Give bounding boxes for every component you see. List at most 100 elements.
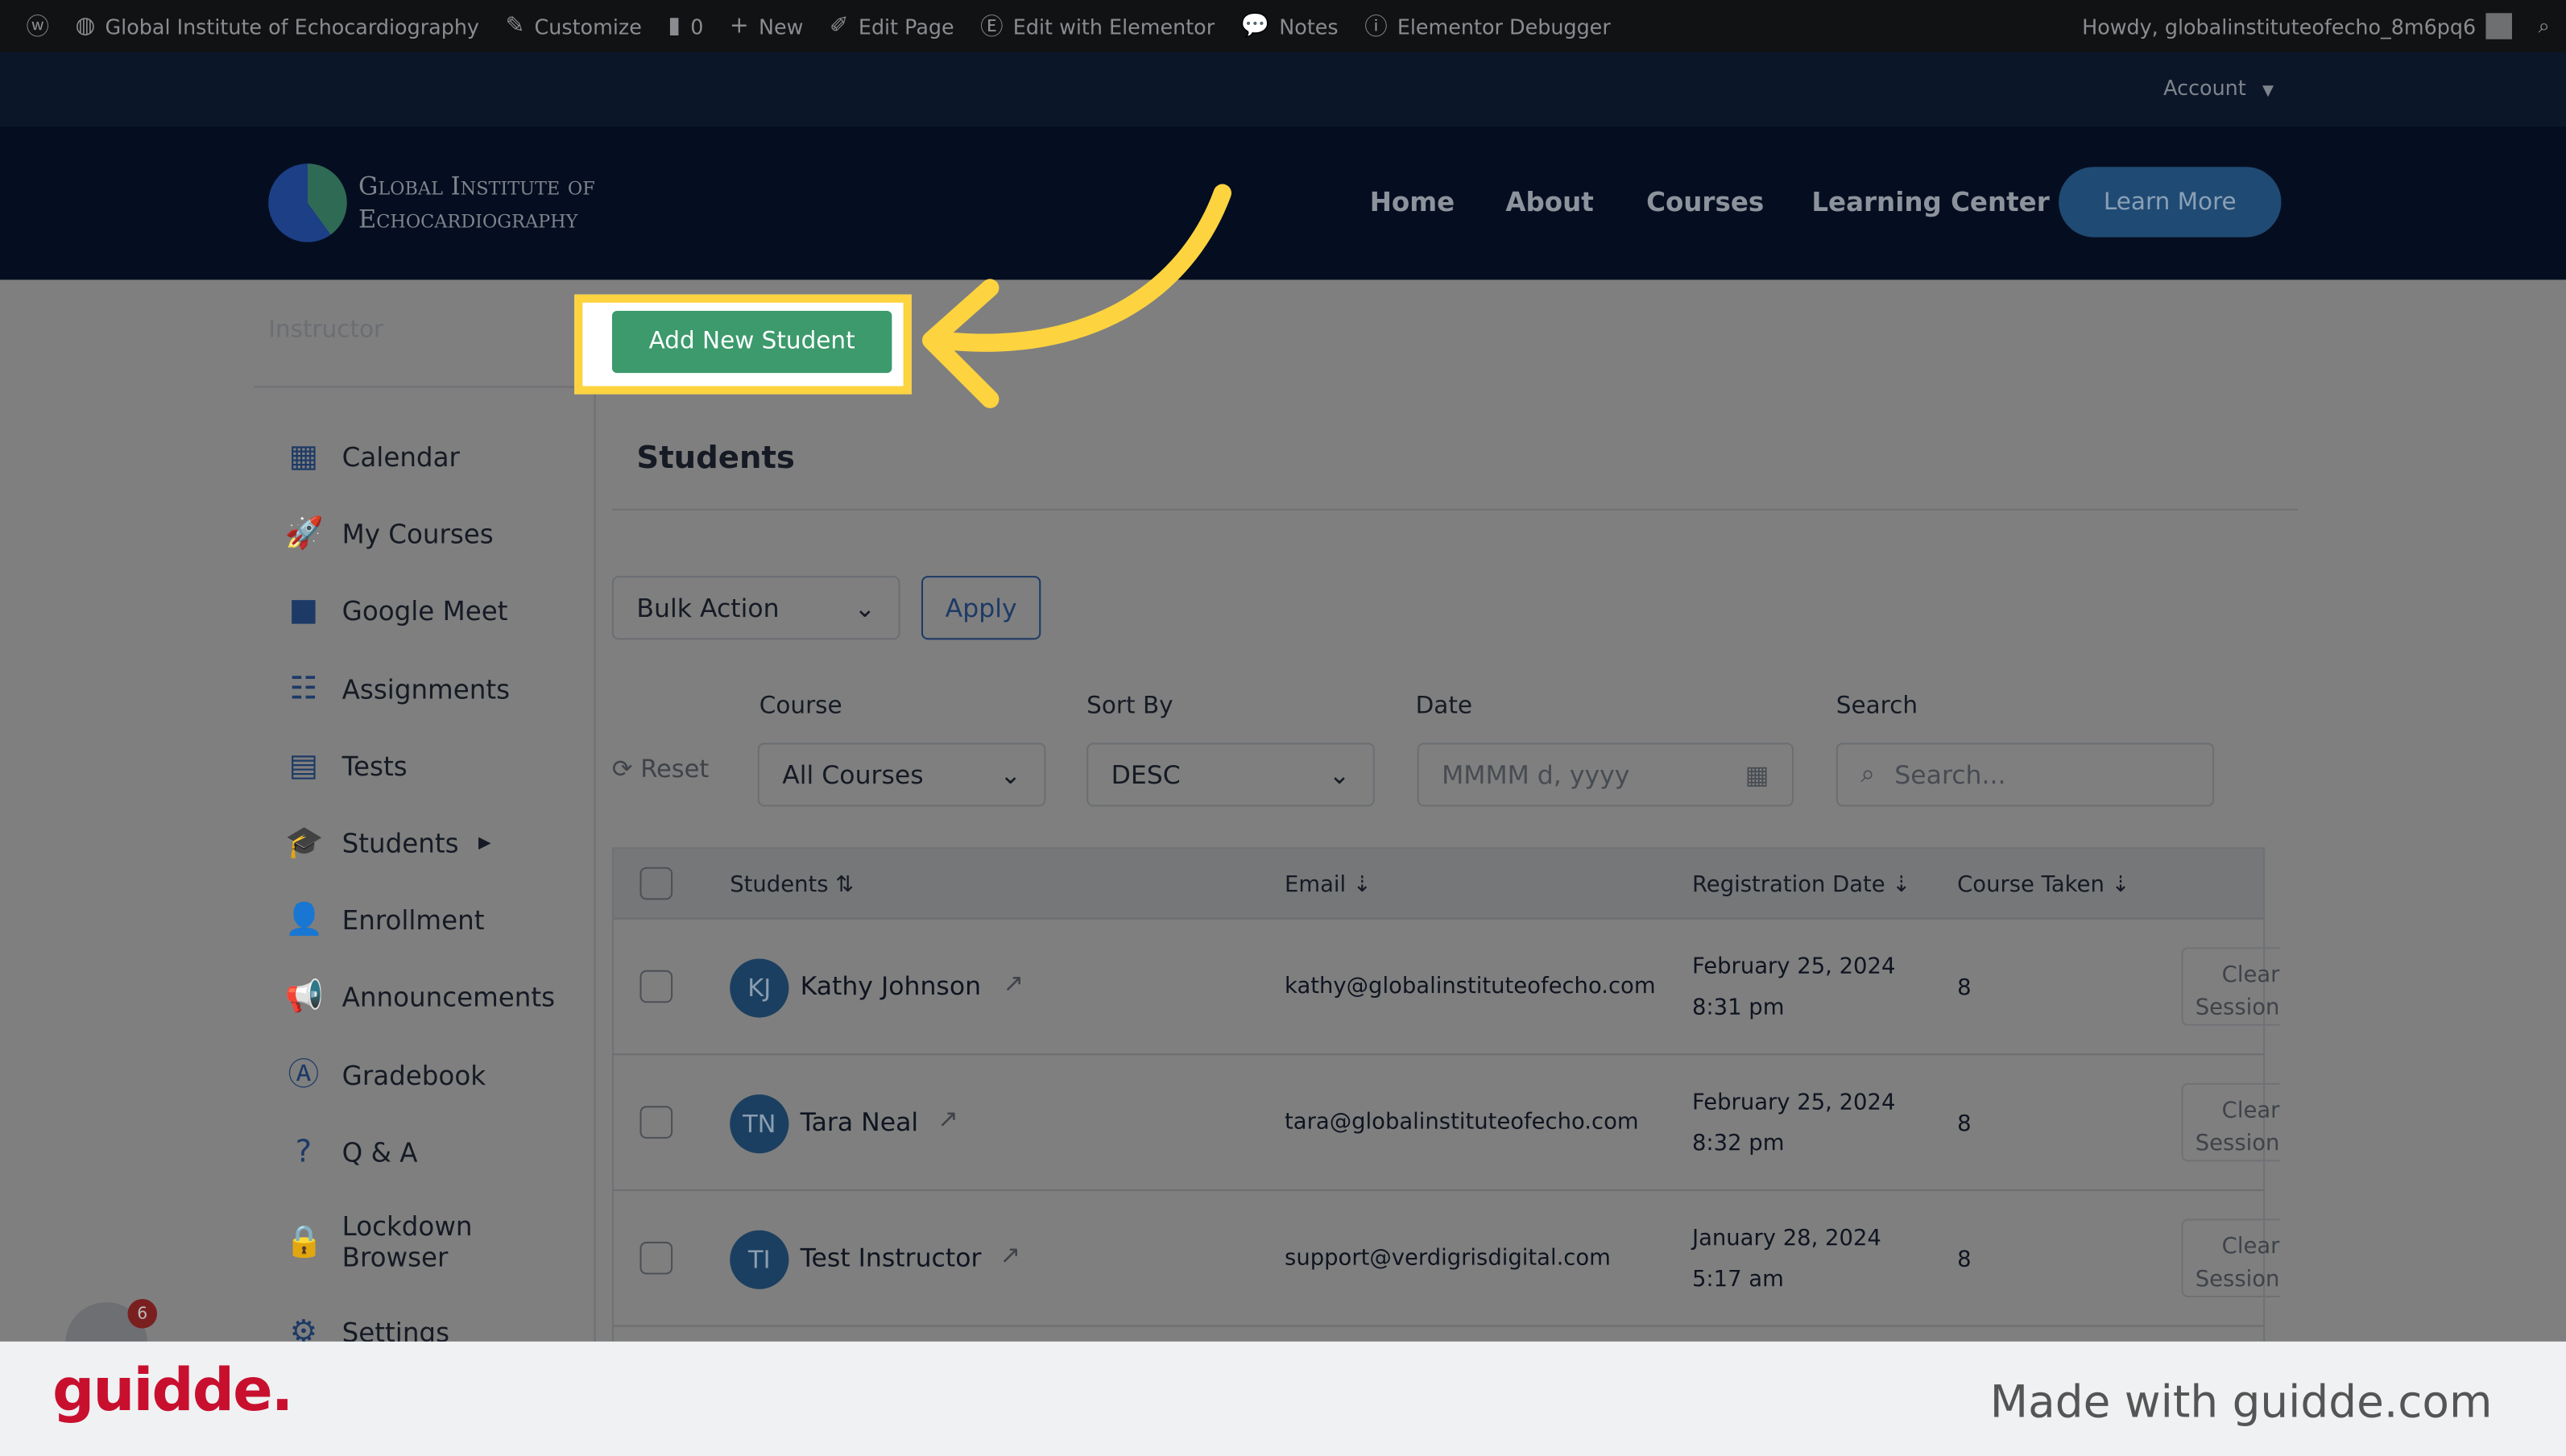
external-link-icon[interactable]: ↗: [999, 1240, 1020, 1270]
course-count: 8: [1957, 974, 1972, 1002]
date-label: Date: [1415, 693, 1473, 720]
video-icon: ■: [288, 593, 319, 629]
account-menu[interactable]: Account ▼: [2163, 75, 2274, 99]
sort-icon: ⇣: [1352, 871, 1372, 899]
apply-button[interactable]: Apply: [921, 576, 1041, 640]
avatar: TN: [730, 1094, 789, 1154]
select-all-checkbox[interactable]: [639, 867, 673, 900]
quiz-icon: ▤: [288, 747, 319, 784]
sort-students-header[interactable]: Students ⇅: [730, 872, 854, 899]
divider: [611, 508, 2298, 511]
guidde-footer: guidde. Made with guidde.com: [0, 1341, 2566, 1456]
sidebar-item-q-a[interactable]: ? Q & A: [285, 1133, 418, 1171]
divider: [594, 386, 596, 1342]
registration-time: 8:32 pm: [1691, 1130, 1785, 1157]
nav-home[interactable]: Home: [1370, 187, 1455, 218]
course-label: Course: [759, 693, 842, 720]
comment-icon: ▮: [668, 13, 681, 39]
search-input[interactable]: ⌕ Search...: [1836, 742, 2215, 807]
sidebar-item-announcements[interactable]: 📢 Announcements: [285, 979, 556, 1017]
registration-date: January 28, 2024: [1691, 1225, 1881, 1252]
sort-date-header[interactable]: Registration Date ⇣: [1692, 872, 1910, 899]
admin-comments-link[interactable]: ▮ 0: [668, 13, 703, 39]
table-row: TI Test Instructor ↗ support@verdigrisdi…: [613, 1191, 2280, 1327]
rocket-icon: 🚀: [284, 515, 324, 552]
sort-icon: ⇣: [1892, 871, 1911, 899]
megaphone-icon: 📢: [284, 978, 324, 1015]
nav-courses[interactable]: Courses: [1646, 187, 1764, 218]
search-icon[interactable]: ⌕: [2538, 13, 2549, 39]
admin-notes-link[interactable]: 💬 Notes: [1241, 13, 1339, 39]
admin-debugger-link[interactable]: ⓘ Elementor Debugger: [1364, 10, 1611, 43]
row-checkbox[interactable]: [639, 970, 673, 1003]
sidebar-item-calendar[interactable]: ▦ Calendar: [285, 438, 460, 476]
sidebar-role-label: Instructor: [268, 317, 384, 344]
nav-about[interactable]: About: [1505, 187, 1593, 218]
lock-icon: 🔒: [284, 1222, 324, 1260]
admin-elementor-link[interactable]: Ⓔ Edit with Elementor: [980, 10, 1215, 43]
sort-courses-header[interactable]: Course Taken ⇣: [1957, 872, 2129, 899]
date-input[interactable]: MMMM d, yyyy ▦: [1417, 742, 1794, 807]
sidebar-item-tests[interactable]: ▤ Tests: [285, 747, 408, 785]
table-header: Students ⇅ Email ⇣ Registration Date ⇣ C…: [613, 849, 2264, 920]
admin-howdy-link[interactable]: Howdy, globalinstituteofecho_8m6pq6: [2082, 13, 2512, 39]
clear-session-button[interactable]: Clear Session: [2181, 947, 2280, 1026]
chevron-down-icon: ⌄: [999, 759, 1021, 790]
course-select[interactable]: All Courses ⌄: [757, 742, 1046, 807]
logo-icon[interactable]: [268, 163, 347, 242]
info-icon: ⓘ: [1364, 14, 1388, 41]
site-logo-text[interactable]: Global Institute of Echocardiography: [358, 170, 595, 235]
reset-icon: ⟳: [611, 754, 633, 784]
sort-email-header[interactable]: Email ⇣: [1285, 872, 1372, 899]
course-count: 8: [1957, 1247, 1972, 1273]
arrow-annotation-icon: [921, 184, 1232, 408]
avatar: TI: [730, 1230, 789, 1289]
calendar-icon: ▦: [1744, 759, 1769, 790]
student-name-link[interactable]: Kathy Johnson: [801, 972, 981, 1002]
admin-edit-page-link[interactable]: ✐ Edit Page: [830, 13, 954, 39]
learn-more-button[interactable]: Learn More: [2059, 167, 2282, 238]
add-new-student-button[interactable]: Add New Student: [611, 310, 892, 374]
account-bar: Account ▼: [0, 52, 2566, 126]
question-icon: ?: [295, 1133, 312, 1170]
user-icon: 👤: [284, 901, 324, 938]
reset-button[interactable]: ⟳ Reset: [612, 755, 709, 784]
search-label: Search: [1836, 693, 1918, 720]
sidebar-item-enrollment[interactable]: 👤 Enrollment: [285, 902, 485, 940]
wordpress-logo-icon[interactable]: ⓦ: [27, 10, 49, 43]
sidebar-item-assignments[interactable]: ☷ Assignments: [285, 670, 510, 708]
sidebar-item-gradebook[interactable]: Ⓐ Gradebook: [285, 1057, 486, 1094]
sort-select[interactable]: DESC ⌄: [1086, 742, 1375, 807]
admin-site-link[interactable]: ◍ Global Institute of Echocardiography: [75, 13, 478, 39]
sidebar-item-my-courses[interactable]: 🚀 My Courses: [285, 515, 494, 553]
caret-right-icon: ▶: [478, 834, 491, 853]
sidebar-item-google-meet[interactable]: ■ Google Meet: [285, 593, 508, 631]
nav-learning-center[interactable]: Learning Center: [1811, 187, 2049, 218]
avatar: [2485, 13, 2512, 39]
guidde-tagline: Made with guidde.com: [1989, 1377, 2493, 1429]
chevron-down-icon: ⌄: [1328, 759, 1351, 790]
pencil-icon: ✐: [829, 13, 849, 39]
page-title: Students: [636, 440, 795, 477]
student-name-link[interactable]: Test Instructor: [801, 1243, 982, 1273]
admin-new-link[interactable]: + New: [730, 13, 803, 39]
bulk-action-select[interactable]: Bulk Action ⌄: [611, 576, 900, 640]
wp-admin-bar: ⓦ ◍ Global Institute of Echocardiography …: [0, 0, 2566, 53]
dashboard-icon: ◍: [75, 13, 96, 39]
sidebar-item-lockdown-browser[interactable]: 🔒 Lockdown Browser: [285, 1210, 490, 1272]
avatar: KJ: [730, 958, 789, 1018]
sidebar-item-students[interactable]: 🎓 Students ▶: [285, 825, 491, 862]
clear-session-button[interactable]: Clear Session: [2181, 1082, 2280, 1162]
row-checkbox[interactable]: [639, 1106, 673, 1139]
caret-down-icon: ▼: [2262, 83, 2274, 100]
clear-session-button[interactable]: Clear Session: [2181, 1218, 2280, 1297]
student-name-link[interactable]: Tara Neal: [801, 1107, 919, 1137]
notification-badge: 6: [127, 1299, 158, 1329]
search-icon: ⌕: [1860, 759, 1875, 789]
row-checkbox[interactable]: [639, 1241, 673, 1275]
elementor-icon: Ⓔ: [980, 14, 1004, 41]
external-link-icon[interactable]: ↗: [937, 1104, 958, 1134]
students-table: Students ⇅ Email ⇣ Registration Date ⇣ C…: [611, 847, 2280, 1342]
admin-customize-link[interactable]: ✎ Customize: [505, 13, 641, 39]
external-link-icon[interactable]: ↗: [1004, 969, 1024, 999]
